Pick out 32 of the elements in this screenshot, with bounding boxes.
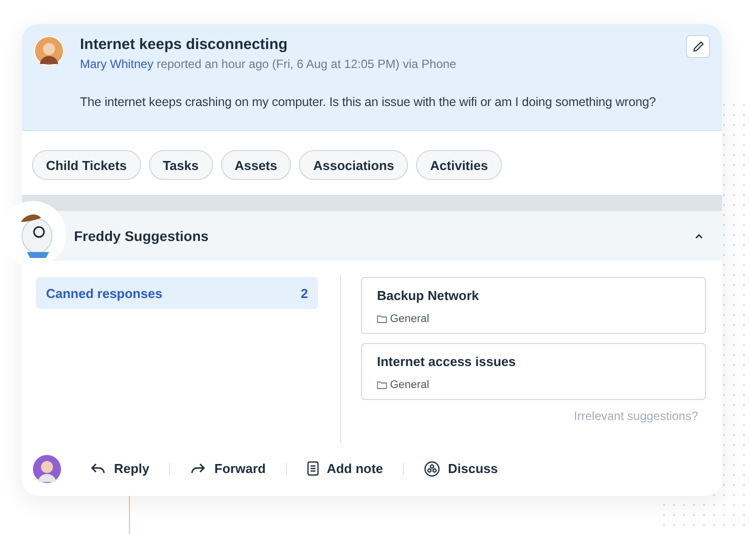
note-button[interactable]: Add note [286,461,404,476]
response-card[interactable]: Backup Network General [361,277,706,334]
tab[interactable]: Tasks [148,150,213,180]
ticket-message: The internet keeps crashing on my computer. Is this an issue with the wifi or am I doing something wrong? [80,95,656,109]
requester-avatar [34,36,64,66]
reply-button[interactable]: Reply [70,461,170,476]
section-title: Freddy Suggestions [74,228,209,244]
agent-avatar [32,454,62,484]
folder-icon [377,315,387,323]
response-card[interactable]: Internet access issues General [361,343,706,400]
note-icon [306,461,319,476]
category-item[interactable]: Canned responses 2 [36,277,318,309]
response-title: Backup Network [377,288,480,303]
pencil-icon [692,41,704,52]
requester-link[interactable]: Mary Whitney [80,57,154,71]
response-title: Internet access issues [377,354,517,369]
edit-button[interactable] [686,35,710,58]
forward-button[interactable]: Forward [170,461,286,476]
tab[interactable]: Activities [416,150,502,180]
discuss-button[interactable]: Discuss [404,460,518,476]
ticket-title: Internet keeps disconnecting [80,36,289,53]
reply-icon [90,462,106,476]
collapse-icon[interactable] [694,233,704,239]
ticket-meta: Mary Whitney reported an hour ago (Fri, 6 Aug at 12:05 PM) via Phone [80,57,458,71]
response-folder: General [377,313,690,325]
discuss-icon [424,460,440,476]
tab[interactable]: Assets [220,150,292,180]
tab[interactable]: Associations [299,150,408,180]
response-folder: General [377,379,690,391]
tab[interactable]: Child Tickets [32,150,141,180]
forward-icon [190,462,206,476]
folder-icon [377,381,387,389]
